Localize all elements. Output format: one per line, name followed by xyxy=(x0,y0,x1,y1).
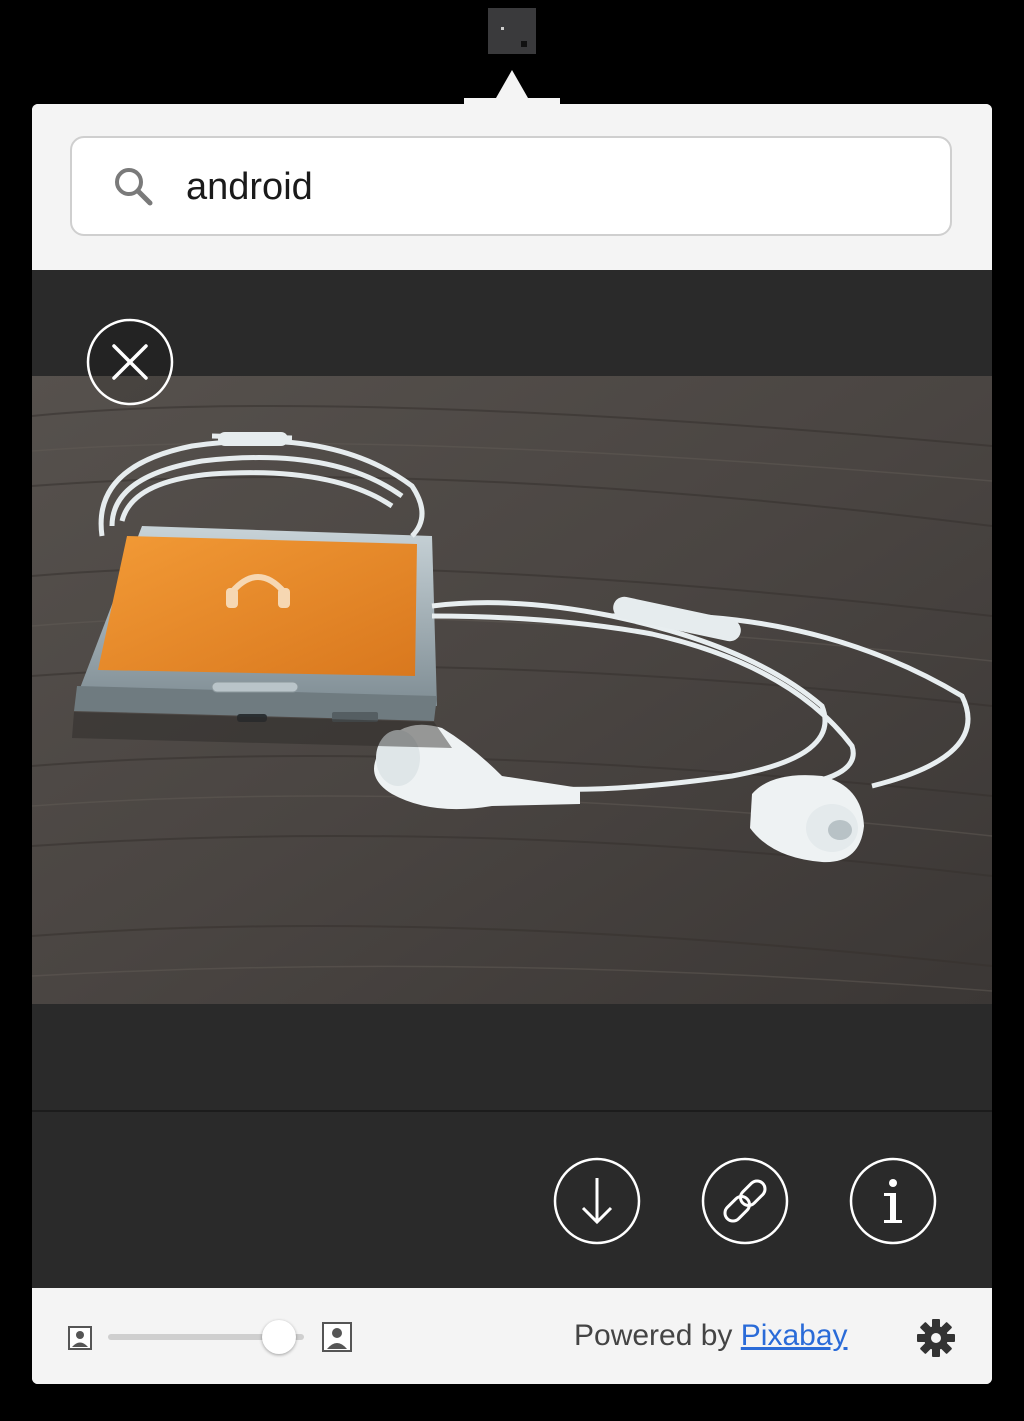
large-image-icon[interactable] xyxy=(322,1322,352,1352)
popover-panel: Powered by Pixabay xyxy=(32,104,992,1384)
footer-bar: Powered by Pixabay xyxy=(32,1288,992,1384)
menubar-status-icon[interactable] xyxy=(488,8,536,54)
photo-preview[interactable] xyxy=(32,376,992,1004)
small-image-icon[interactable] xyxy=(68,1326,92,1350)
powered-by-text: Powered by xyxy=(574,1319,733,1352)
search-icon xyxy=(115,168,153,206)
search-area xyxy=(32,104,992,270)
status-icon-dot xyxy=(501,27,504,30)
powered-by: Powered by Pixabay xyxy=(574,1316,848,1356)
search-box[interactable] xyxy=(70,136,952,236)
popover-arrow xyxy=(464,70,560,106)
viewer-divider xyxy=(32,1110,992,1112)
download-arrow-icon[interactable] xyxy=(552,1156,642,1246)
image-viewer xyxy=(32,270,992,1288)
link-icon[interactable] xyxy=(700,1156,790,1246)
status-icon-square xyxy=(521,41,527,47)
screen: Powered by Pixabay xyxy=(0,0,1024,1421)
gear-icon[interactable] xyxy=(916,1318,956,1358)
search-input[interactable] xyxy=(186,160,906,214)
pixabay-link[interactable]: Pixabay xyxy=(741,1319,848,1352)
info-icon[interactable] xyxy=(848,1156,938,1246)
size-slider-knob[interactable] xyxy=(261,1320,296,1354)
close-icon[interactable] xyxy=(86,318,174,406)
